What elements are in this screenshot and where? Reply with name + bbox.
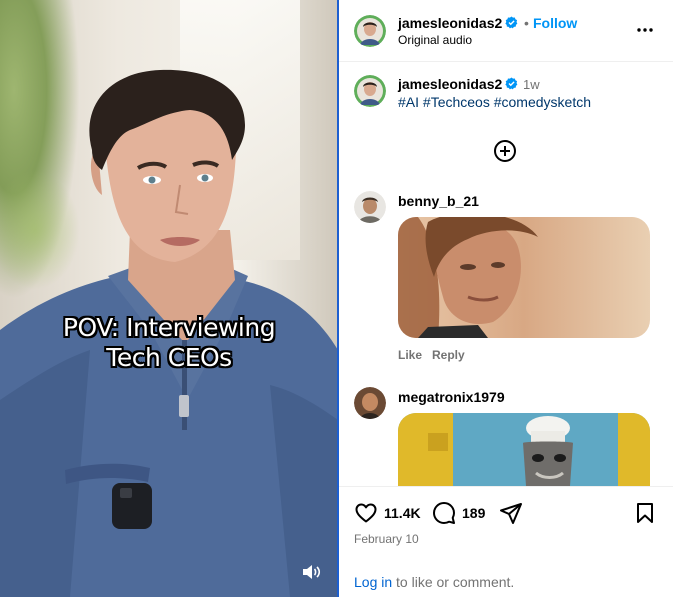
header-username[interactable]: jamesleonidas2 [398, 15, 518, 31]
comment-gif[interactable] [398, 413, 650, 486]
comment-avatar[interactable] [354, 191, 386, 223]
comment-actions: Like Reply [398, 348, 475, 362]
post-timestamp[interactable]: 1w [523, 77, 540, 92]
comment-gif[interactable] [398, 217, 650, 338]
verified-badge-icon [505, 77, 518, 90]
post-footer: 11.4K 189 February 10 Log in to like or … [339, 486, 673, 597]
caption-username[interactable]: jamesleonidas2 [398, 76, 518, 92]
comment-username[interactable]: megatronix1979 [398, 389, 505, 405]
comment-avatar[interactable] [354, 387, 386, 419]
avatar-image [354, 15, 386, 47]
video-caption: POV: Interviewing Tech CEOs [0, 313, 338, 373]
comment-like-button[interactable]: Like [398, 348, 422, 362]
audio-label[interactable]: Original audio [398, 33, 472, 47]
login-prompt-text: to like or comment. [392, 574, 515, 590]
comment-gif-image [398, 413, 650, 486]
video-player[interactable]: POV: Interviewing Tech CEOs [0, 0, 338, 597]
heart-icon[interactable] [354, 501, 378, 525]
plus-circle-icon[interactable] [493, 139, 517, 163]
comment-reply-button[interactable]: Reply [432, 348, 465, 362]
share-icon[interactable] [499, 501, 523, 525]
follow-button[interactable]: Follow [533, 15, 577, 31]
video-caption-line-2: Tech CEOs [106, 343, 232, 372]
verified-badge-icon [505, 16, 518, 29]
login-link[interactable]: Log in [354, 574, 392, 590]
avatar-image [354, 387, 386, 419]
post-panel: jamesleonidas2 • Follow Original audio j… [339, 0, 673, 597]
video-frame-person [0, 69, 338, 597]
comment-gif-image [398, 217, 650, 338]
login-prompt: Log in to like or comment. [354, 574, 514, 590]
comment-count[interactable]: 189 [462, 505, 485, 521]
bookmark-icon[interactable] [633, 501, 657, 525]
post-header: jamesleonidas2 • Follow Original audio [339, 0, 673, 62]
speaker-volume-icon[interactable] [300, 562, 322, 582]
post-hashtags[interactable]: #AI #Techceos #comedysketch [398, 94, 591, 110]
header-username-text[interactable]: jamesleonidas2 [398, 15, 502, 31]
comment-username[interactable]: benny_b_21 [398, 193, 479, 209]
caption-username-text[interactable]: jamesleonidas2 [398, 76, 502, 92]
comment-icon[interactable] [432, 501, 456, 525]
video-caption-line-1: POV: Interviewing [62, 313, 276, 342]
header-separator: • [524, 15, 529, 31]
caption-avatar[interactable] [354, 75, 386, 107]
avatar-image [354, 75, 386, 107]
more-options-icon[interactable] [635, 22, 655, 38]
avatar[interactable] [354, 15, 386, 47]
avatar-image [354, 191, 386, 223]
post-date[interactable]: February 10 [354, 532, 419, 546]
like-count[interactable]: 11.4K [384, 505, 421, 521]
